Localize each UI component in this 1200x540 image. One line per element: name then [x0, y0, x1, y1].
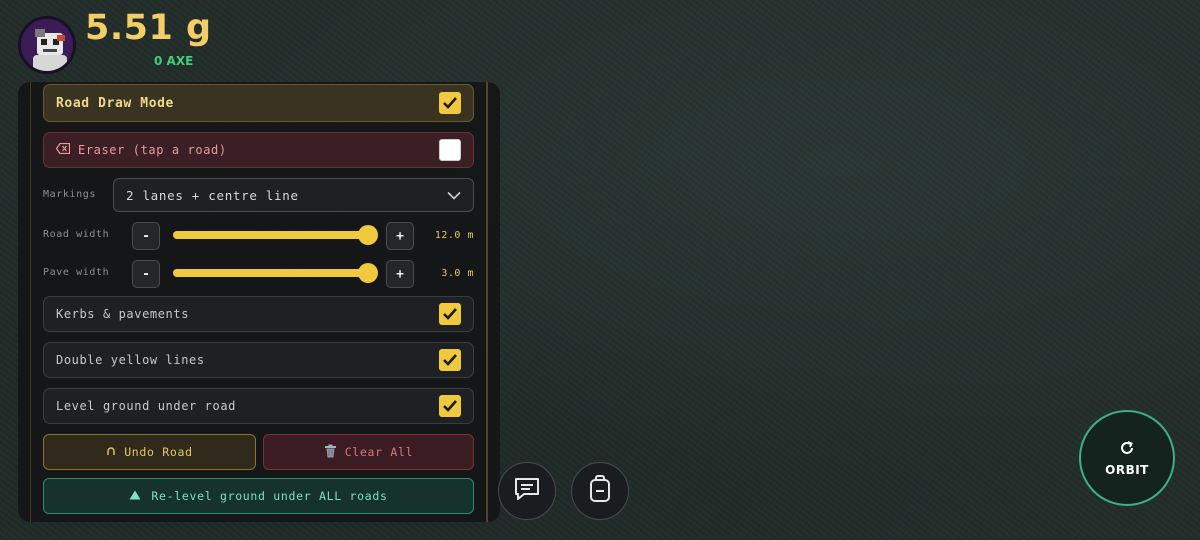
checkmark-icon — [443, 97, 457, 109]
backspace-icon — [55, 142, 71, 157]
player-avatar[interactable] — [18, 16, 76, 74]
checkmark-icon — [443, 400, 457, 412]
balance-amount: 5.51 g — [85, 8, 212, 48]
relevel-all-label: Re-level ground under ALL roads — [151, 489, 388, 503]
level-ground-checkbox[interactable] — [439, 395, 461, 417]
pave-width-slider[interactable] — [173, 263, 378, 283]
road-draw-mode-toggle[interactable]: Road Draw Mode — [43, 84, 474, 122]
markings-value: 2 lanes + centre line — [126, 187, 299, 203]
pave-width-increase-button[interactable]: + — [386, 260, 414, 288]
road-draw-mode-label: Road Draw Mode — [56, 95, 174, 111]
double-yellow-label: Double yellow lines — [56, 353, 205, 367]
chevron-down-icon — [447, 188, 461, 203]
road-width-decrease-button[interactable]: - — [132, 222, 160, 250]
markings-label: Markings — [43, 189, 96, 200]
checkmark-icon — [443, 308, 457, 320]
road-tools-panel: Road Draw Mode Eraser (tap a road) Marki… — [18, 82, 500, 522]
kerbs-checkbox[interactable] — [439, 303, 461, 325]
orbit-label: ORBIT — [1105, 462, 1149, 477]
pave-width-thumb[interactable] — [358, 263, 378, 283]
road-width-increase-button[interactable]: + — [386, 222, 414, 250]
clear-all-button[interactable]: Clear All — [263, 434, 474, 470]
level-ground-toggle[interactable]: Level ground under road — [43, 388, 474, 424]
checkmark-icon — [443, 354, 457, 366]
undo-icon — [106, 445, 116, 459]
triangle-up-icon — [129, 489, 141, 503]
undo-road-label: Undo Road — [124, 445, 193, 459]
kerbs-toggle[interactable]: Kerbs & pavements — [43, 296, 474, 332]
eraser-label: Eraser (tap a road) — [78, 143, 227, 157]
backpack-button[interactable] — [571, 462, 629, 520]
road-width-thumb[interactable] — [358, 225, 378, 245]
token-balance: 0 AXE — [154, 54, 194, 68]
double-yellow-checkbox[interactable] — [439, 349, 461, 371]
road-width-fill — [173, 231, 368, 239]
road-draw-mode-checkbox[interactable] — [439, 92, 461, 114]
rotate-icon — [1119, 440, 1135, 459]
pave-width-value: 3.0 m — [441, 268, 474, 279]
markings-select[interactable]: 2 lanes + centre line — [113, 178, 474, 212]
undo-road-button[interactable]: Undo Road — [43, 434, 256, 470]
clear-all-label: Clear All — [344, 445, 414, 459]
pave-width-decrease-button[interactable]: - — [132, 260, 160, 288]
pave-width-fill — [173, 269, 368, 277]
eraser-toggle[interactable]: Eraser (tap a road) — [43, 132, 474, 168]
relevel-all-button[interactable]: Re-level ground under ALL roads — [43, 478, 474, 514]
road-width-value: 12.0 m — [434, 230, 474, 241]
chat-button[interactable] — [498, 462, 556, 520]
kerbs-label: Kerbs & pavements — [56, 307, 190, 321]
chat-icon — [513, 476, 541, 506]
backpack-icon — [588, 475, 612, 507]
level-ground-label: Level ground under road — [56, 399, 236, 413]
pave-width-label: Pave width — [43, 267, 110, 278]
trash-icon — [324, 444, 337, 461]
orbit-button[interactable]: ORBIT — [1079, 410, 1175, 506]
road-width-label: Road width — [43, 229, 110, 240]
double-yellow-toggle[interactable]: Double yellow lines — [43, 342, 474, 378]
eraser-checkbox[interactable] — [439, 139, 461, 161]
road-width-slider[interactable] — [173, 225, 378, 245]
